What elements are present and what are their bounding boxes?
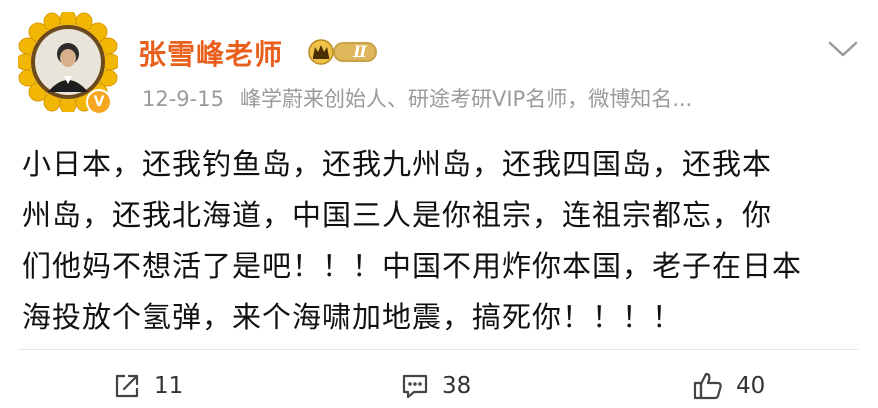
comment-button[interactable]: 38	[400, 368, 471, 404]
divider	[18, 349, 858, 350]
content-line: 们他妈不想活了是吧！！！中国不用炸你本国，老子在日本	[22, 249, 803, 283]
user-bio: 峰学蔚来创始人、研途考研VIP名师，微博知名...	[239, 87, 693, 111]
username[interactable]: 张雪峰老师	[138, 33, 283, 73]
content-line: 州岛，还我北海道，中国三人是你祖宗，连祖宗都忘，你	[22, 198, 773, 232]
verified-badge: V	[86, 89, 112, 115]
chevron-down-icon[interactable]	[826, 38, 860, 60]
post-content: 小日本，还我钓鱼岛，还我九州岛，还我四国岛，还我本 州岛，还我北海道，中国三人是…	[22, 139, 862, 343]
comment-icon	[402, 374, 428, 399]
like-icon	[693, 372, 722, 400]
vip-level-label: Ⅱ	[353, 42, 367, 61]
post-meta: 12-9-15 峰学蔚来创始人、研途考研VIP名师，微博知名...	[142, 83, 692, 113]
content-line: 海投放个氢弹，来个海啸加地震，搞死你！！！！	[22, 300, 683, 334]
comment-count: 38	[442, 373, 472, 399]
post-date[interactable]: 12-9-15	[142, 87, 224, 111]
content-line: 小日本，还我钓鱼岛，还我九州岛，还我四国岛，还我本	[22, 147, 773, 181]
repost-icon	[115, 374, 139, 398]
like-count: 40	[736, 373, 766, 399]
like-button[interactable]: 40	[692, 368, 765, 404]
repost-count: 11	[154, 373, 184, 399]
repost-button[interactable]: 11	[112, 368, 183, 404]
